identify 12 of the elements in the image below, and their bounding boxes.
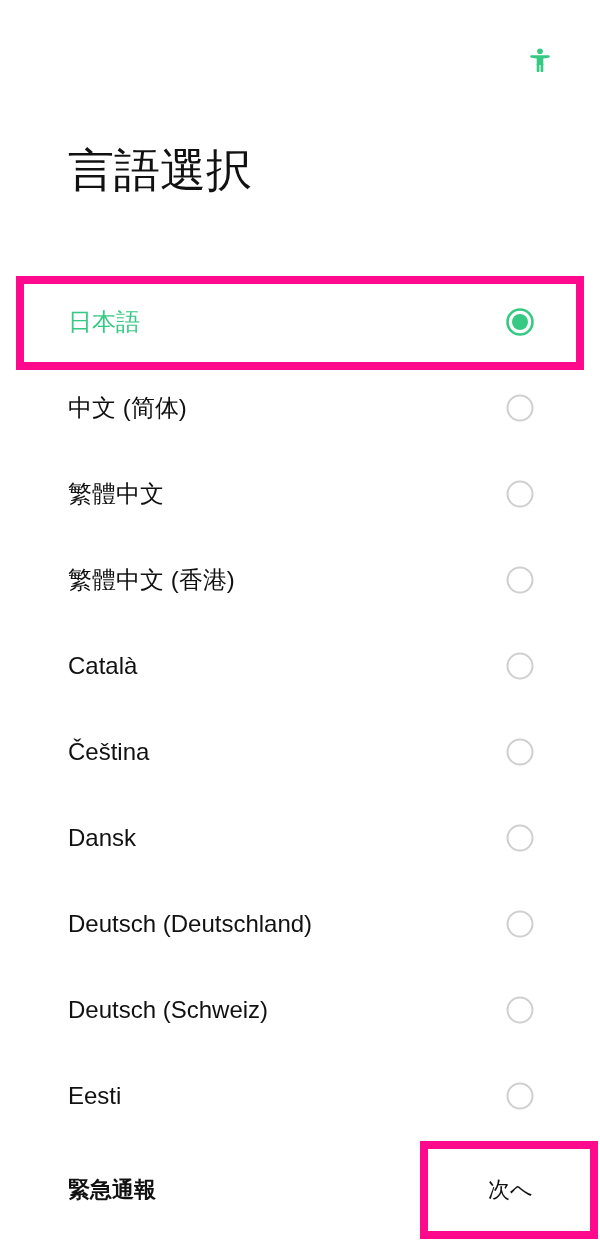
next-button[interactable]: 次へ	[420, 1141, 598, 1239]
emergency-call-button[interactable]: 緊急通報	[68, 1174, 156, 1205]
page-title: 言語選択	[68, 143, 252, 198]
language-option[interactable]: Català	[0, 623, 600, 709]
language-option[interactable]: 繁體中文 (香港)	[0, 537, 600, 623]
language-option[interactable]: Eesti	[0, 1053, 600, 1139]
language-option[interactable]: Dansk	[0, 795, 600, 881]
language-option[interactable]: 繁體中文	[0, 451, 600, 537]
language-option[interactable]: Čeština	[0, 709, 600, 795]
language-option[interactable]: Deutsch (Deutschland)	[0, 881, 600, 967]
language-option[interactable]: Deutsch (Schweiz)	[0, 967, 600, 1053]
language-option[interactable]: 中文 (简体)	[0, 365, 600, 451]
